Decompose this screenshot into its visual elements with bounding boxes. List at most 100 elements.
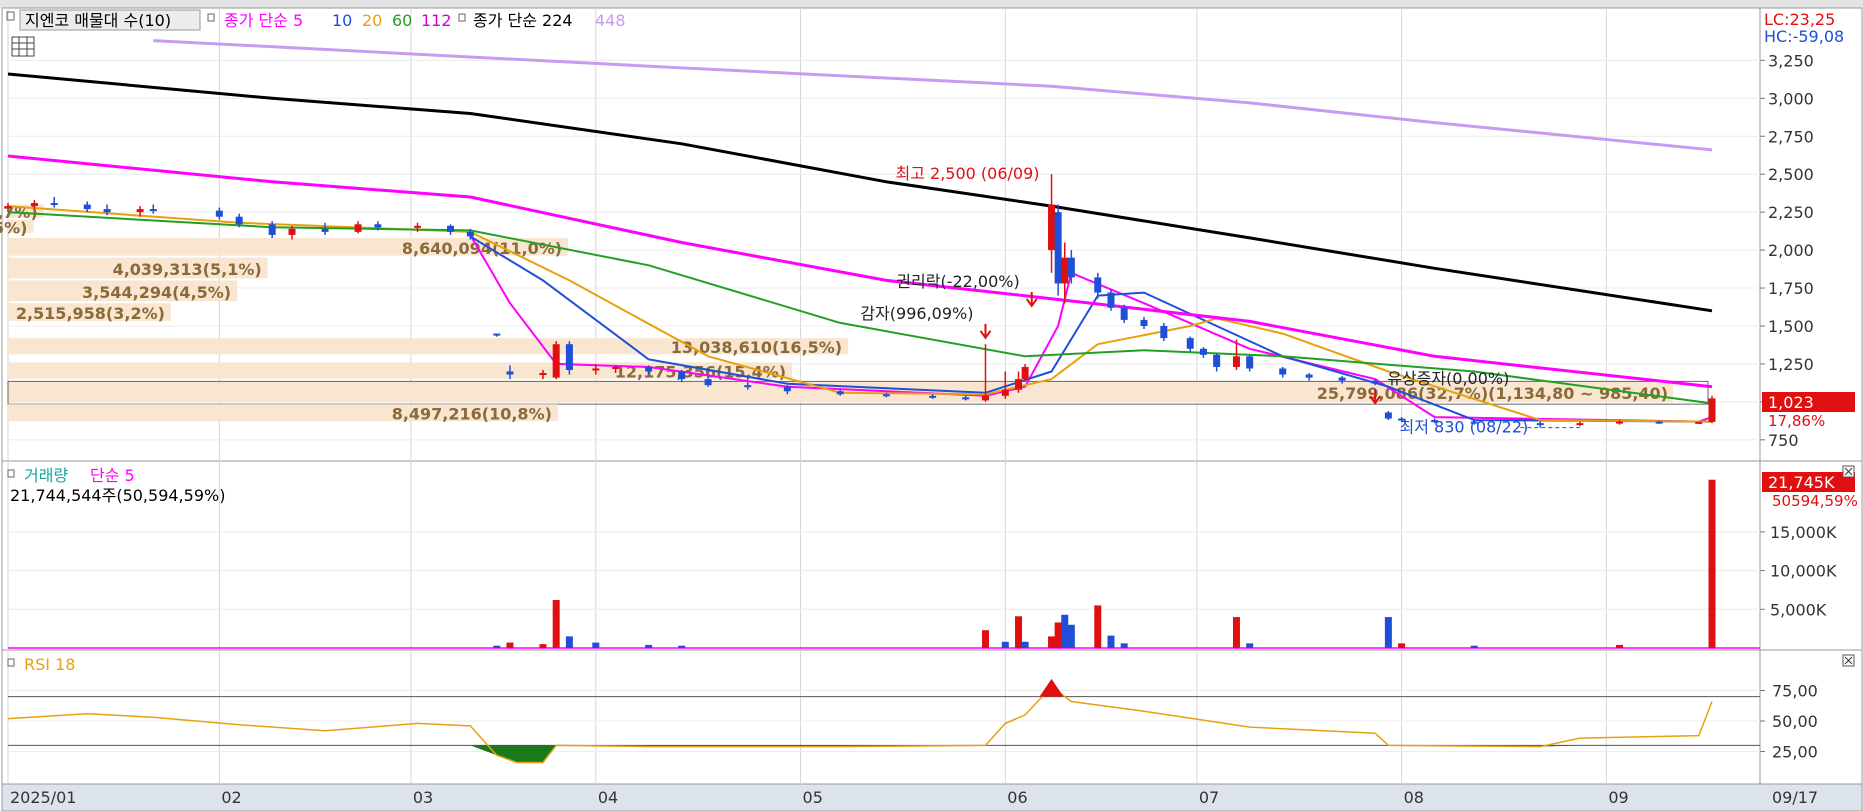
candle-body <box>288 228 296 235</box>
legend-item-sma20[interactable]: 20 <box>362 11 382 30</box>
legend-item-volume[interactable]: 거래량 <box>24 466 68 485</box>
candle-body <box>1120 307 1128 320</box>
table-icon[interactable] <box>11 36 35 57</box>
candle-body <box>1536 423 1544 426</box>
x-tick-label: 09 <box>1608 788 1628 807</box>
candle-body <box>1338 377 1346 381</box>
legend-item-sma448[interactable]: 448 <box>595 11 626 30</box>
candle-body <box>50 203 58 206</box>
candle-body <box>1160 325 1168 339</box>
candle-body <box>30 203 38 207</box>
price-tick-label: 1,500 <box>1768 317 1814 336</box>
legend-item-volume-profile[interactable]: 지엔코 매물대 수(10) <box>25 11 171 30</box>
volume-profile-label: 2,515,958(3,2%) <box>16 304 165 323</box>
legend-item-sma5[interactable]: 종가 단순 5 <box>224 11 303 30</box>
top-strip <box>0 0 1863 8</box>
x-tick-label: 03 <box>413 788 433 807</box>
candle-body <box>1246 356 1254 369</box>
annotation-label: 감자(996,09%) <box>860 304 973 323</box>
legend-item-sma60[interactable]: 60 <box>392 11 412 30</box>
volume-bar <box>506 642 514 648</box>
volume-bar <box>592 642 600 648</box>
x-tick-label: 06 <box>1007 788 1027 807</box>
candle-body <box>1695 421 1703 424</box>
candle-body <box>1107 292 1115 308</box>
close-rsi-panel-icon[interactable] <box>1842 654 1855 667</box>
price-tick-label: 2,750 <box>1768 127 1814 146</box>
candle-body <box>1186 338 1194 349</box>
volume-bar <box>493 645 501 648</box>
volume-bar <box>1021 641 1029 648</box>
volume-bar <box>1107 635 1115 648</box>
candle-body <box>744 385 752 388</box>
legend-item-rsi[interactable]: RSI 18 <box>24 655 75 674</box>
candle-body <box>1279 368 1287 375</box>
candle-body <box>1140 319 1148 326</box>
price-tick-label: 2,500 <box>1768 165 1814 184</box>
rsi-tick-label: 50,00 <box>1772 712 1818 731</box>
volume-bar <box>1048 636 1056 648</box>
last-volume-value: 21,745K <box>1768 473 1835 492</box>
candle-body <box>103 209 111 213</box>
candle-body <box>493 333 501 336</box>
volume-bar <box>539 644 547 648</box>
price-tick-label: 3,000 <box>1768 89 1814 108</box>
legend-item-sma224[interactable]: 종가 단순 224 <box>473 11 573 30</box>
price-tick-label: 2,000 <box>1768 241 1814 260</box>
volume-bar <box>1015 616 1023 648</box>
candle-body <box>1015 379 1023 390</box>
volume-profile-label: 13,038,610(16,5%) <box>671 338 842 357</box>
x-tick-label: 08 <box>1404 788 1424 807</box>
legend-item-sma112[interactable]: 112 <box>421 11 452 30</box>
volume-bar <box>1232 617 1240 648</box>
last-price-value: 1,023 <box>1768 393 1814 412</box>
legend-item-volume-sma5[interactable]: 단순 5 <box>90 466 135 485</box>
price-tick-label: 1,250 <box>1768 355 1814 374</box>
candle-body <box>678 371 686 380</box>
candle-body <box>136 209 144 213</box>
legend-item-sma10[interactable]: 10 <box>332 11 352 30</box>
annotation-label: 최저 830 (08/22) <box>1400 418 1529 437</box>
date-axis-bar <box>1 783 1863 811</box>
volume-bar <box>645 644 653 648</box>
candle-body <box>645 366 653 372</box>
volume-bar <box>1120 643 1128 648</box>
x-tick-label: 2025/01 <box>10 788 76 807</box>
candle-body <box>413 225 421 228</box>
price-tick-label: 3,250 <box>1768 51 1814 70</box>
candle-body <box>447 225 455 232</box>
hc-value: HC:-59,08 <box>1764 27 1844 46</box>
volume-bar <box>1054 622 1062 648</box>
volume-profile-label: 8,497,216(10,8%) <box>392 405 552 424</box>
candle-body <box>783 386 791 392</box>
candle-body <box>374 224 382 228</box>
candle-body <box>981 395 989 401</box>
price-tick-label: 1,750 <box>1768 279 1814 298</box>
volume-profile-label: 3,544,294(4,5%) <box>82 283 231 302</box>
volume-tick-label: 10,000K <box>1770 562 1837 581</box>
candle-body <box>1371 380 1379 384</box>
volume-bar <box>1067 624 1075 648</box>
volume-bar <box>678 645 686 648</box>
volume-bar <box>1616 644 1624 648</box>
last-price-change: 17,86% <box>1768 412 1825 430</box>
candle-body <box>215 210 223 217</box>
candle-body <box>1001 389 1009 396</box>
candle-body <box>268 224 276 235</box>
candle-body <box>321 228 329 232</box>
chart-window: 500,909(0,7%)364,249(0,5%)8,640,094(11,0… <box>0 0 1863 811</box>
volume-profile-label: 4,039,313(5,1%) <box>113 260 262 279</box>
annotation-label: 권리락(-22,00%) <box>896 272 1019 291</box>
price-tick-label: 750 <box>1768 431 1799 450</box>
candle-body <box>1708 398 1716 422</box>
candle-body <box>1094 277 1102 293</box>
volume-bar <box>1061 614 1069 648</box>
volume-profile-label: 364,249(0,5%) <box>0 218 27 237</box>
candle-body <box>1655 421 1663 424</box>
x-tick-label: 02 <box>221 788 241 807</box>
candle-body <box>1048 204 1056 251</box>
close-volume-panel-icon[interactable] <box>1842 465 1855 478</box>
candle-body <box>1576 423 1584 426</box>
candle-body <box>1384 412 1392 419</box>
candle-body <box>836 391 844 395</box>
